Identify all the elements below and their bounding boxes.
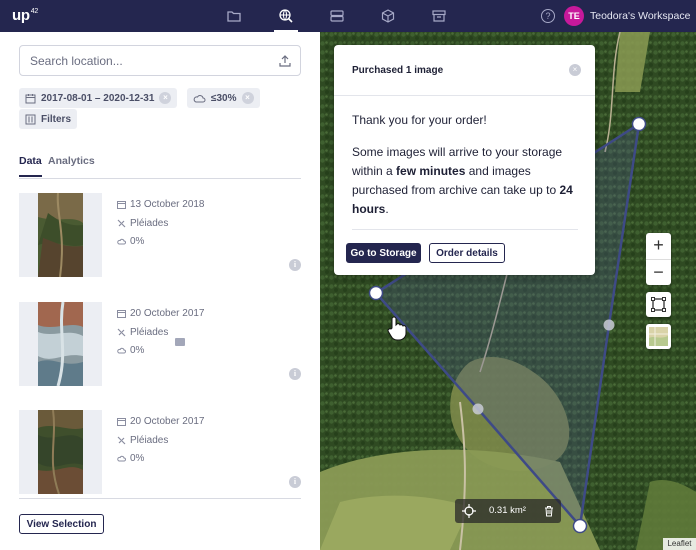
image-thumbnail: [38, 193, 83, 277]
archive-box-icon[interactable]: [431, 8, 447, 24]
cloud-icon: [117, 238, 126, 245]
draw-rectangle-button[interactable]: [646, 292, 671, 317]
zoom-in-button[interactable]: +: [646, 233, 671, 259]
info-text-bold1: few minutes: [396, 164, 466, 178]
close-icon[interactable]: ×: [569, 64, 581, 76]
thumbnail-frame: [19, 410, 102, 494]
thumbnail-frame: [19, 302, 102, 386]
up42-logo[interactable]: up42: [12, 7, 38, 24]
sensor-text: Pléiades: [130, 327, 169, 338]
calendar-icon: [117, 201, 126, 209]
cloud-text: 0%: [130, 345, 145, 356]
trash-icon[interactable]: [543, 505, 555, 517]
tab-analytics[interactable]: Analytics: [48, 155, 95, 167]
thank-you-text: Thank you for your order!: [352, 113, 487, 127]
globe-search-icon[interactable]: [274, 8, 298, 32]
upload-icon[interactable]: [278, 54, 292, 68]
cloud-text: 0%: [130, 236, 145, 247]
acquisition-date: 13 October 2018: [117, 199, 205, 210]
sensor-name: Pléiades: [117, 218, 168, 229]
remove-cloud-filter-icon[interactable]: ×: [241, 92, 254, 104]
purchase-confirmation-modal: Purchased 1 image × Thank you for your o…: [334, 45, 595, 275]
acquisition-date: 20 October 2017: [117, 416, 205, 427]
location-search: [19, 45, 301, 76]
acquisition-date: 20 October 2017: [117, 308, 205, 319]
image-thumbnail: [38, 410, 83, 494]
avatar[interactable]: TE: [564, 6, 584, 26]
basemap-layer-button[interactable]: [646, 324, 671, 349]
calendar-icon: [25, 93, 36, 103]
divider: [19, 498, 301, 499]
satellite-icon: [117, 219, 126, 228]
filters-button[interactable]: Filters: [19, 109, 78, 129]
map-layer-icon: [649, 327, 668, 346]
top-navigation-bar: up42 ? TE Teodora's Workspace: [0, 0, 696, 32]
order-details-button[interactable]: Order details: [429, 243, 505, 263]
remove-date-filter-icon[interactable]: ×: [159, 92, 172, 104]
modal-divider: [352, 229, 578, 230]
folder-icon[interactable]: [226, 8, 242, 24]
cloud-icon: [117, 455, 126, 462]
date-text: 13 October 2018: [130, 199, 205, 210]
aoi-area-value: 0.31 km²: [489, 505, 526, 516]
draw-rectangle-icon: [651, 297, 666, 312]
tab-data[interactable]: Data: [19, 155, 42, 177]
date-text: 20 October 2017: [130, 416, 205, 427]
info-icon[interactable]: i: [289, 368, 301, 380]
sensor-name: Pléiades: [117, 435, 168, 446]
workspace-name[interactable]: Teodora's Workspace: [590, 10, 690, 22]
logo-text: up: [12, 7, 30, 24]
calendar-icon: [117, 310, 126, 318]
crosshair-icon[interactable]: [462, 504, 476, 518]
info-text-part3: .: [385, 202, 389, 216]
cloud-sun-icon: [193, 94, 206, 102]
cloud-cover-chip[interactable]: ≤30% ×: [187, 88, 260, 108]
cloud-cover: 0%: [117, 236, 144, 247]
search-input[interactable]: [30, 54, 270, 68]
date-range-label: 2017-08-01 – 2020-12-31: [41, 92, 155, 104]
archive-icon: [175, 338, 185, 346]
list-item[interactable]: 20 October 2017 Pléiades 0% i: [19, 410, 301, 494]
cloud-icon: [117, 347, 126, 354]
results-tabs: Data Analytics: [19, 153, 301, 179]
calendar-icon: [117, 418, 126, 426]
cloud-cover-label: ≤30%: [211, 92, 237, 104]
zoom-out-button[interactable]: −: [646, 259, 671, 285]
filters-label: Filters: [41, 113, 72, 125]
view-selection-button[interactable]: View Selection: [19, 514, 104, 534]
image-thumbnail: [38, 302, 83, 386]
date-range-chip[interactable]: 2017-08-01 – 2020-12-31 ×: [19, 88, 178, 108]
date-text: 20 October 2017: [130, 308, 205, 319]
sliders-icon: [25, 114, 36, 124]
list-item[interactable]: 20 October 2017 Pléiades 0% i: [19, 302, 301, 386]
info-icon[interactable]: i: [289, 476, 301, 488]
satellite-icon: [117, 328, 126, 337]
go-to-storage-button[interactable]: Go to Storage: [346, 243, 421, 263]
cloud-cover: 0%: [117, 453, 144, 464]
delivery-info-text: Some images will arrive to your storage …: [352, 143, 578, 219]
cube-icon[interactable]: [380, 8, 396, 24]
list-item[interactable]: 13 October 2018 Pléiades 0% i: [19, 193, 301, 277]
zoom-control: + −: [646, 233, 671, 285]
thumbnail-frame: [19, 193, 102, 277]
info-icon[interactable]: i: [289, 259, 301, 271]
sensor-name: Pléiades: [117, 327, 168, 338]
help-icon[interactable]: ?: [541, 9, 555, 23]
aoi-area-badge: 0.31 km²: [455, 499, 561, 523]
map-attribution[interactable]: Leaflet: [663, 538, 696, 550]
sensor-text: Pléiades: [130, 435, 169, 446]
cloud-text: 0%: [130, 453, 145, 464]
satellite-icon: [117, 436, 126, 445]
sensor-text: Pléiades: [130, 218, 169, 229]
modal-title: Purchased 1 image: [352, 65, 444, 76]
cloud-cover: 0%: [117, 345, 144, 356]
modal-divider: [334, 95, 595, 96]
storage-icon[interactable]: [329, 8, 345, 24]
modal-body: Thank you for your order! Some images wi…: [352, 111, 578, 219]
logo-superscript: 42: [30, 8, 38, 15]
search-sidebar: 2017-08-01 – 2020-12-31 × ≤30% × Filters…: [0, 32, 320, 550]
